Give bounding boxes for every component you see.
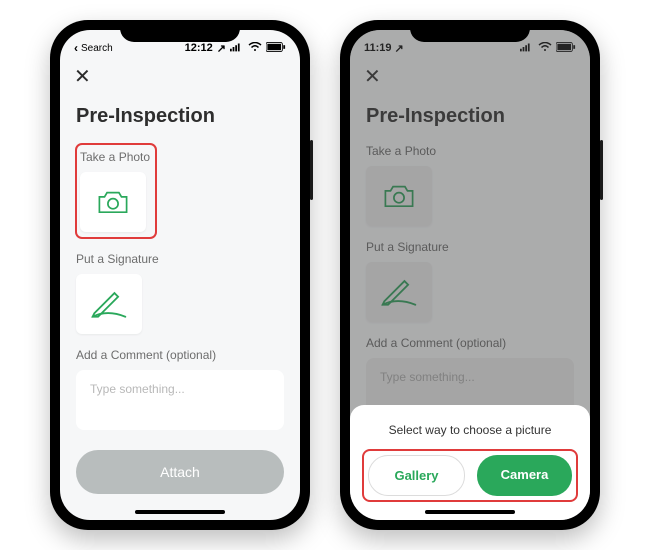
comment-input[interactable]: Type something...	[76, 370, 284, 430]
camera-button[interactable]: Camera	[477, 455, 572, 496]
sheet-title: Select way to choose a picture	[364, 423, 576, 437]
camera-icon	[96, 188, 130, 216]
page-title: Pre-Inspection	[76, 105, 284, 128]
signal-icon	[230, 42, 244, 55]
status-time: 12:12	[185, 42, 213, 54]
battery-icon	[266, 42, 286, 55]
take-photo-tile[interactable]	[80, 172, 146, 232]
home-indicator[interactable]	[425, 510, 515, 514]
wifi-icon	[248, 42, 262, 55]
location-arrow-icon: ↗	[217, 42, 226, 55]
sheet-buttons-highlight: Gallery Camera	[364, 451, 576, 500]
notch	[120, 20, 240, 42]
comment-placeholder: Type something...	[90, 382, 185, 396]
back-chevron-icon[interactable]: ‹	[74, 41, 78, 55]
signature-label: Put a Signature	[76, 252, 284, 266]
home-indicator[interactable]	[135, 510, 225, 514]
gallery-button[interactable]: Gallery	[368, 455, 465, 496]
photo-label: Take a Photo	[80, 150, 150, 164]
notch	[410, 20, 530, 42]
screen-left: ‹ Search 12:12 ↗ ✕ Pre-Inspection Take a…	[60, 30, 300, 520]
phone-left: ‹ Search 12:12 ↗ ✕ Pre-Inspection Take a…	[50, 20, 310, 530]
comment-label: Add a Comment (optional)	[76, 348, 284, 362]
signature-tile[interactable]	[76, 274, 142, 334]
photo-section-highlight: Take a Photo	[76, 144, 156, 238]
pen-icon	[89, 289, 129, 319]
photo-source-sheet: Select way to choose a picture Gallery C…	[350, 405, 590, 520]
status-back-label[interactable]: Search	[81, 43, 113, 54]
screen-right: 11:19 ↗ ✕ Pre-Inspection Take a Photo P	[350, 30, 590, 520]
close-icon[interactable]: ✕	[74, 66, 91, 88]
phone-right: 11:19 ↗ ✕ Pre-Inspection Take a Photo P	[340, 20, 600, 530]
attach-button[interactable]: Attach	[76, 450, 284, 494]
